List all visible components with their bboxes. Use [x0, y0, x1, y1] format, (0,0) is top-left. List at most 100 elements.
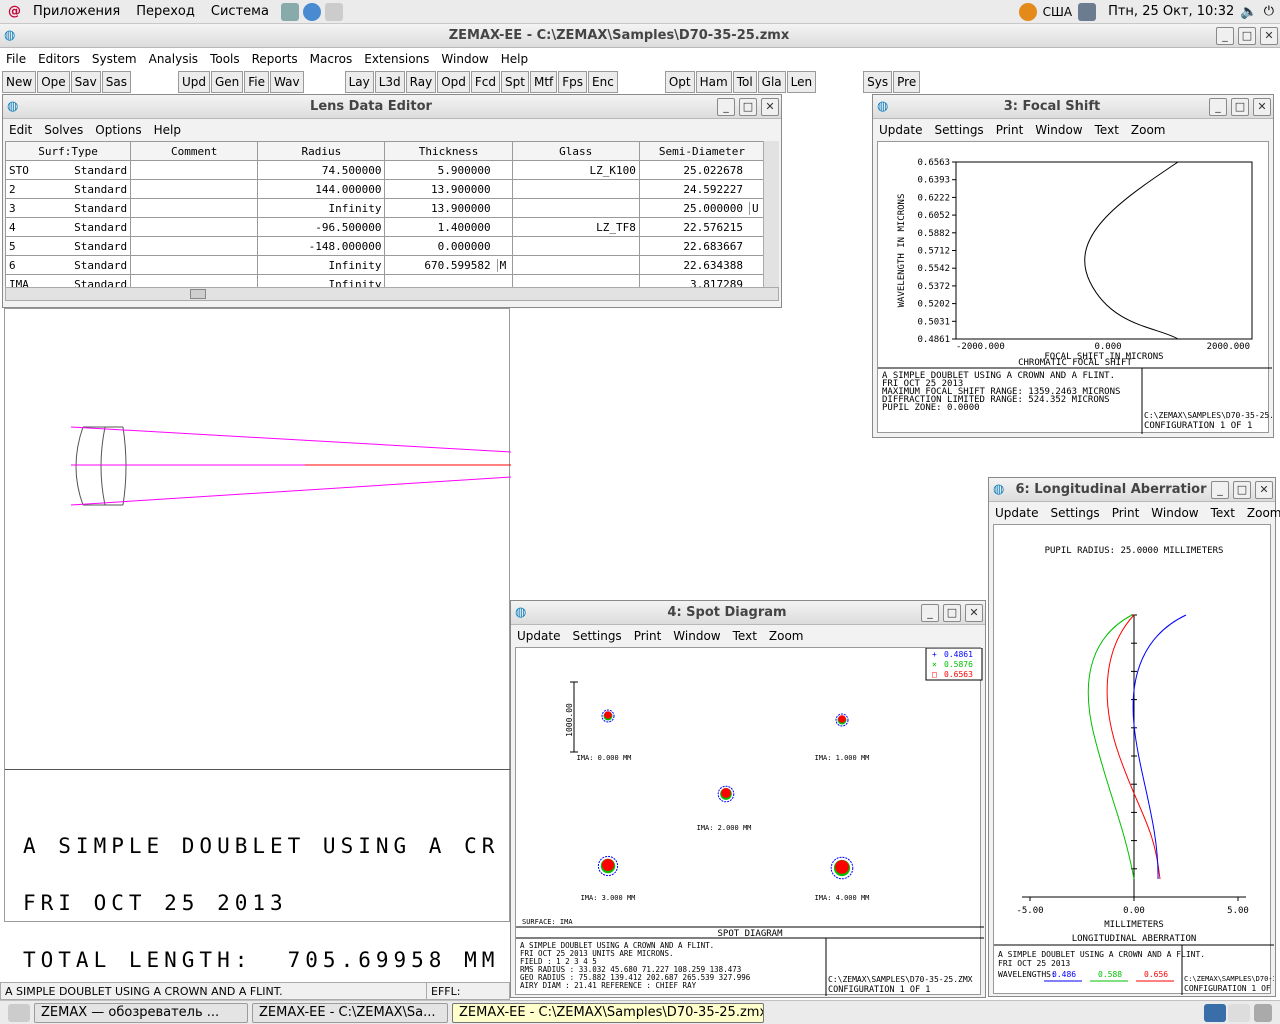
clock[interactable]: Птн, 25 Окт, 10:32 — [1108, 4, 1234, 19]
table-row[interactable]: 4 Standard -96.500000 1.400000 LZ_TF8 22.5762… — [4, 217, 766, 237]
minimize-button[interactable]: _ — [1216, 26, 1234, 45]
toolbar-wav-button[interactable]: Wav — [270, 71, 304, 93]
spot-menu-text[interactable]: Text — [727, 629, 763, 643]
lde-cell[interactable] — [130, 160, 259, 180]
lens-data-editor-window[interactable]: ◍ Lens Data Editor _ □ ✕ Edit Solves Optio… — [2, 94, 782, 308]
lde-menu-edit[interactable]: Edit — [3, 123, 38, 137]
toolbar-gen-button[interactable]: Gen — [210, 71, 244, 93]
toolbar-l3d-button[interactable]: L3d — [374, 71, 405, 93]
focal-menu-text[interactable]: Text — [1089, 123, 1125, 137]
lde-header-semidiameter[interactable]: Semi-Diameter — [638, 141, 766, 161]
main-menu-file[interactable]: File — [0, 52, 32, 66]
workspace-2-icon[interactable] — [1228, 1003, 1250, 1022]
lde-close-button[interactable]: ✕ — [761, 97, 779, 116]
spot-menu-window[interactable]: Window — [667, 629, 726, 643]
lde-menu-solves[interactable]: Solves — [38, 123, 89, 137]
lde-cell[interactable]: 144.000000 — [257, 179, 386, 199]
show-desktop-icon[interactable] — [8, 1003, 30, 1022]
main-menu-editors[interactable]: Editors — [32, 52, 86, 66]
longit-maximize-button[interactable]: □ — [1233, 480, 1251, 499]
toolbar-sav-button[interactable]: Sav — [70, 71, 101, 93]
longitudinal-window[interactable]: ◍ 6: Longitudinal Aberratior _ □ ✕ Updat… — [988, 477, 1280, 997]
table-row[interactable]: 2 Standard 144.000000 13.900000 24.592227 — [4, 179, 766, 199]
lde-cell[interactable]: 1.400000 — [384, 217, 513, 237]
longit-menu-text[interactable]: Text — [1205, 506, 1241, 520]
lde-cell[interactable]: 22.683667 — [638, 236, 766, 256]
lde-menu-options[interactable]: Options — [89, 123, 147, 137]
spot-minimize-button[interactable]: _ — [921, 603, 939, 622]
mail-icon[interactable] — [324, 2, 343, 21]
spot-menu-settings[interactable]: Settings — [566, 629, 627, 643]
lde-cell[interactable]: -148.000000 — [257, 236, 386, 256]
toolbar-opd-button[interactable]: Opd — [437, 71, 470, 93]
power-icon[interactable]: ⏻ — [1264, 4, 1274, 19]
longit-minimize-button[interactable]: _ — [1211, 480, 1229, 499]
longit-menu-settings[interactable]: Settings — [1044, 506, 1105, 520]
spot-maximize-button[interactable]: □ — [943, 603, 961, 622]
lde-header-surftype[interactable]: Surf:Type — [4, 141, 132, 161]
lde-cell[interactable]: -96.500000 — [257, 217, 386, 237]
toolbar-len-button[interactable]: Len — [786, 71, 817, 93]
lde-cell[interactable]: 25.000000 U — [638, 198, 766, 218]
focal-menu-zoom[interactable]: Zoom — [1125, 123, 1172, 137]
lde-header-glass[interactable]: Glass — [511, 141, 640, 161]
focal-shift-window[interactable]: ◍ 3: Focal Shift _ □ ✕ Update Settings Pri… — [872, 94, 1280, 438]
maximize-button[interactable]: □ — [1238, 26, 1256, 45]
lde-cell[interactable]: 5.900000 — [384, 160, 513, 180]
longit-close-button[interactable]: ✕ — [1255, 480, 1273, 499]
longit-menu-zoom[interactable]: Zoom — [1241, 506, 1280, 520]
lde-cell[interactable]: 24.592227 — [638, 179, 766, 199]
lde-cell[interactable]: 74.500000 — [257, 160, 386, 180]
file-manager-icon[interactable] — [280, 2, 299, 21]
lde-cell[interactable] — [511, 236, 640, 256]
toolbar-sys-button[interactable]: Sys — [863, 71, 893, 93]
lde-cell[interactable]: 670.599582 M — [384, 255, 513, 275]
focal-menu-update[interactable]: Update — [873, 123, 928, 137]
toolbar-lay-button[interactable]: Lay — [344, 71, 374, 93]
lde-solve-flag[interactable]: U — [749, 201, 761, 215]
task-browser[interactable]: ZEMAX — обозреватель ... — [34, 1002, 248, 1023]
lde-cell[interactable]: 13.900000 — [384, 198, 513, 218]
task-zemax-active[interactable]: ZEMAX-EE - C:\ZEMAX\Samples\D70-35-25.zm… — [452, 1002, 764, 1023]
table-row[interactable]: 3 Standard Infinity 13.900000 25.000000 U — [4, 198, 766, 218]
lde-cell[interactable]: STO Standard — [4, 160, 132, 180]
browser-icon[interactable] — [302, 2, 321, 21]
lde-cell[interactable]: 22.576215 — [638, 217, 766, 237]
lde-cell[interactable] — [130, 217, 259, 237]
lde-vertical-scrollbar[interactable] — [763, 141, 779, 287]
main-menu-help[interactable]: Help — [495, 52, 534, 66]
spot-menu-zoom[interactable]: Zoom — [763, 629, 810, 643]
workspace-switcher-icon[interactable] — [1204, 1003, 1226, 1022]
toolbar-enc-button[interactable]: Enc — [588, 71, 618, 93]
toolbar-gla-button[interactable]: Gla — [757, 71, 786, 93]
update-notifier-icon[interactable] — [1018, 2, 1037, 21]
lde-header-radius[interactable]: Radius — [257, 141, 386, 161]
longit-menu-window[interactable]: Window — [1145, 506, 1204, 520]
main-menu-tools[interactable]: Tools — [204, 52, 246, 66]
focal-maximize-button[interactable]: □ — [1231, 97, 1249, 116]
applications-menu[interactable]: Приложения — [25, 4, 128, 19]
keyboard-layout[interactable]: США — [1043, 5, 1072, 19]
lde-cell[interactable] — [130, 179, 259, 199]
main-menu-window[interactable]: Window — [435, 52, 494, 66]
table-row[interactable]: 6 Standard Infinity 670.599582 M 22.634388 — [4, 255, 766, 275]
lde-cell[interactable]: LZ_K100 — [511, 160, 640, 180]
lde-cell[interactable]: LZ_TF8 — [511, 217, 640, 237]
lde-cell[interactable]: Infinity — [257, 255, 386, 275]
trash-icon[interactable] — [1254, 1003, 1272, 1022]
volume-icon[interactable]: 🔈 — [1240, 4, 1257, 20]
main-menu-macros[interactable]: Macros — [304, 52, 359, 66]
lde-cell[interactable] — [511, 179, 640, 199]
lde-cell[interactable] — [130, 198, 259, 218]
longit-menu-update[interactable]: Update — [989, 506, 1044, 520]
longit-menu-print[interactable]: Print — [1106, 506, 1146, 520]
task-zemax-1[interactable]: ZEMAX-EE - C:\ZEMAX\Sa... — [252, 1002, 448, 1023]
lde-cell[interactable]: Infinity — [257, 198, 386, 218]
lde-cell[interactable] — [511, 255, 640, 275]
spot-diagram-window[interactable]: ◍ 4: Spot Diagram _ □ ✕ Update Settings Pr… — [510, 600, 986, 998]
main-menu-system[interactable]: System — [86, 52, 143, 66]
toolbar-opt-button[interactable]: Opt — [664, 71, 695, 93]
toolbar-ray-button[interactable]: Ray — [405, 71, 437, 93]
lde-cell[interactable]: 3 Standard — [4, 198, 132, 218]
table-row[interactable]: STO Standard 74.500000 5.900000 LZ_K100 25.02… — [4, 160, 766, 180]
